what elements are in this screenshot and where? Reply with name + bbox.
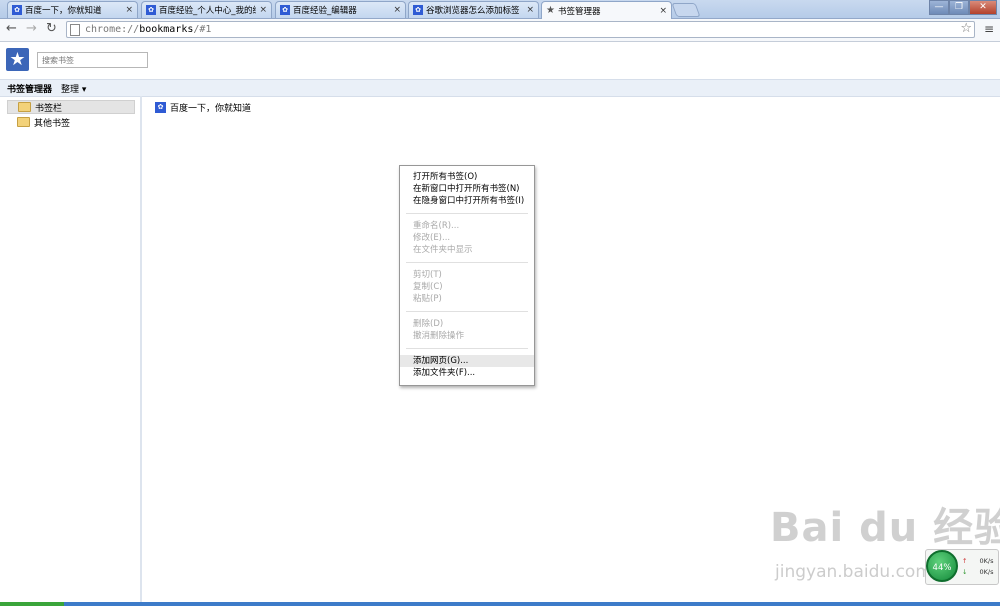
watermark-url: jingyan.baidu.com [775, 562, 932, 582]
page-icon [70, 24, 80, 36]
menu-item-add-folder[interactable]: 添加文件夹(F)... [400, 367, 534, 379]
tab-baidu-home[interactable]: ✿ 百度一下，你就知道 × [7, 1, 138, 18]
close-icon[interactable]: × [393, 5, 401, 15]
context-menu: 打开所有书签(O) 在新窗口中打开所有书签(N) 在隐身窗口中打开所有书签(I)… [399, 165, 535, 386]
menu-item-open-all-incognito[interactable]: 在隐身窗口中打开所有书签(I) [400, 195, 534, 207]
minimize-button[interactable]: — [929, 0, 949, 15]
menu-separator [406, 262, 528, 263]
bookmark-star-icon[interactable]: ☆ [960, 21, 972, 36]
menu-icon[interactable]: ≡ [984, 22, 994, 36]
upload-speed: ↑ 0K/s [962, 557, 994, 565]
menu-separator [406, 213, 528, 214]
bookmark-title: 百度一下，你就知道 [170, 104, 252, 114]
paw-icon: ✿ [280, 5, 290, 15]
upload-value: 0K/s [979, 557, 994, 565]
close-icon[interactable]: × [125, 5, 133, 15]
download-value: 0K/s [979, 568, 994, 576]
tab-title: 书签管理器 [557, 6, 601, 17]
close-window-button[interactable]: ✕ [969, 0, 997, 15]
tab-chrome-bookmark-howto[interactable]: ✿ 谷歌浏览器怎么添加标签 × [408, 1, 539, 18]
url-scheme: chrome:// [85, 24, 140, 35]
taskbar [0, 602, 1000, 606]
close-icon[interactable]: × [259, 5, 267, 15]
search-bookmarks-input[interactable] [37, 52, 148, 68]
tab-title: 百度经验_个人中心_我的经 [159, 6, 257, 16]
minimize-icon: — [934, 2, 944, 12]
paw-icon: ✿ [155, 102, 166, 113]
tree-item-label: 书签栏 [35, 103, 63, 114]
menu-item-cut: 剪切(T) [413, 270, 442, 280]
memory-gauge[interactable]: 44% [926, 550, 958, 582]
menu-item-rename: 重命名(R)... [413, 221, 460, 231]
back-icon[interactable]: ← [6, 22, 17, 36]
menu-item-edit: 修改(E)... [413, 233, 451, 243]
menu-item-undo-delete: 撤消删除操作 [413, 331, 465, 341]
close-icon: ✕ [979, 2, 987, 12]
address-bar[interactable]: chrome://bookmarks/#1 ☆ [66, 21, 975, 38]
page-title: 书签管理器 [7, 85, 53, 95]
menu-item-paste: 粘贴(P) [413, 294, 442, 304]
up-arrow-icon: ↑ [962, 557, 968, 565]
close-icon[interactable]: × [659, 6, 667, 16]
menu-item-show-in-folder: 在文件夹中显示 [413, 245, 473, 255]
paw-icon: ✿ [12, 5, 22, 15]
tab-jingyan-editor[interactable]: ✿ 百度经验_编辑器 × [275, 1, 406, 18]
url-host: bookmarks [139, 24, 194, 35]
organize-menu-button[interactable]: 整理 ▾ [61, 82, 86, 95]
download-speed: ↓ 0K/s [962, 568, 994, 576]
maximize-icon: ❐ [954, 2, 964, 12]
folder-icon [17, 117, 30, 127]
tab-jingyan-profile[interactable]: ✿ 百度经验_个人中心_我的经 × [141, 1, 272, 18]
reload-icon[interactable]: ↻ [46, 22, 57, 36]
close-icon[interactable]: × [526, 5, 534, 15]
menu-item-open-all[interactable]: 打开所有书签(O) [400, 171, 534, 183]
tab-bookmark-manager[interactable]: ★ 书签管理器 × [541, 1, 672, 19]
tree-item-label: 其他书签 [34, 118, 71, 129]
paw-icon: ✿ [146, 5, 156, 15]
menu-separator [406, 311, 528, 312]
url-text: chrome://bookmarks/#1 [85, 24, 211, 35]
toolbar: ← → ↻ chrome://bookmarks/#1 ☆ [0, 19, 1000, 42]
new-tab-button[interactable] [671, 3, 701, 17]
maximize-button[interactable]: ❐ [949, 0, 969, 15]
menu-item-copy: 复制(C) [413, 282, 443, 292]
tab-title: 百度一下，你就知道 [25, 6, 102, 16]
tab-title: 谷歌浏览器怎么添加标签 [426, 6, 520, 16]
tab-title: 百度经验_编辑器 [293, 6, 357, 16]
paw-icon: ✿ [413, 5, 423, 15]
tree-item-bookmarks-bar[interactable]: 书签栏 [7, 100, 135, 114]
folder-tree: 书签栏 其他书签 [0, 96, 142, 606]
down-arrow-icon: ↓ [962, 568, 968, 576]
folder-icon [18, 102, 31, 112]
header-bar [0, 79, 1000, 97]
menu-item-delete: 删除(D) [413, 319, 444, 329]
start-button[interactable] [0, 602, 64, 606]
tree-item-other-bookmarks[interactable]: 其他书签 [7, 115, 135, 129]
baidu-jingyan-watermark: Bai du 经验 [770, 505, 1000, 551]
forward-icon[interactable]: → [26, 22, 37, 36]
menu-separator [406, 348, 528, 349]
bookmark-manager-logo: ★ [6, 48, 29, 71]
menu-item-open-all-new-window[interactable]: 在新窗口中打开所有书签(N) [400, 183, 534, 195]
star-icon: ★ [546, 5, 555, 16]
menu-item-add-page[interactable]: 添加网页(G)... [400, 355, 534, 367]
url-path: /#1 [193, 24, 212, 35]
bookmark-list-item[interactable]: ✿ 百度一下，你就知道 [155, 101, 251, 114]
